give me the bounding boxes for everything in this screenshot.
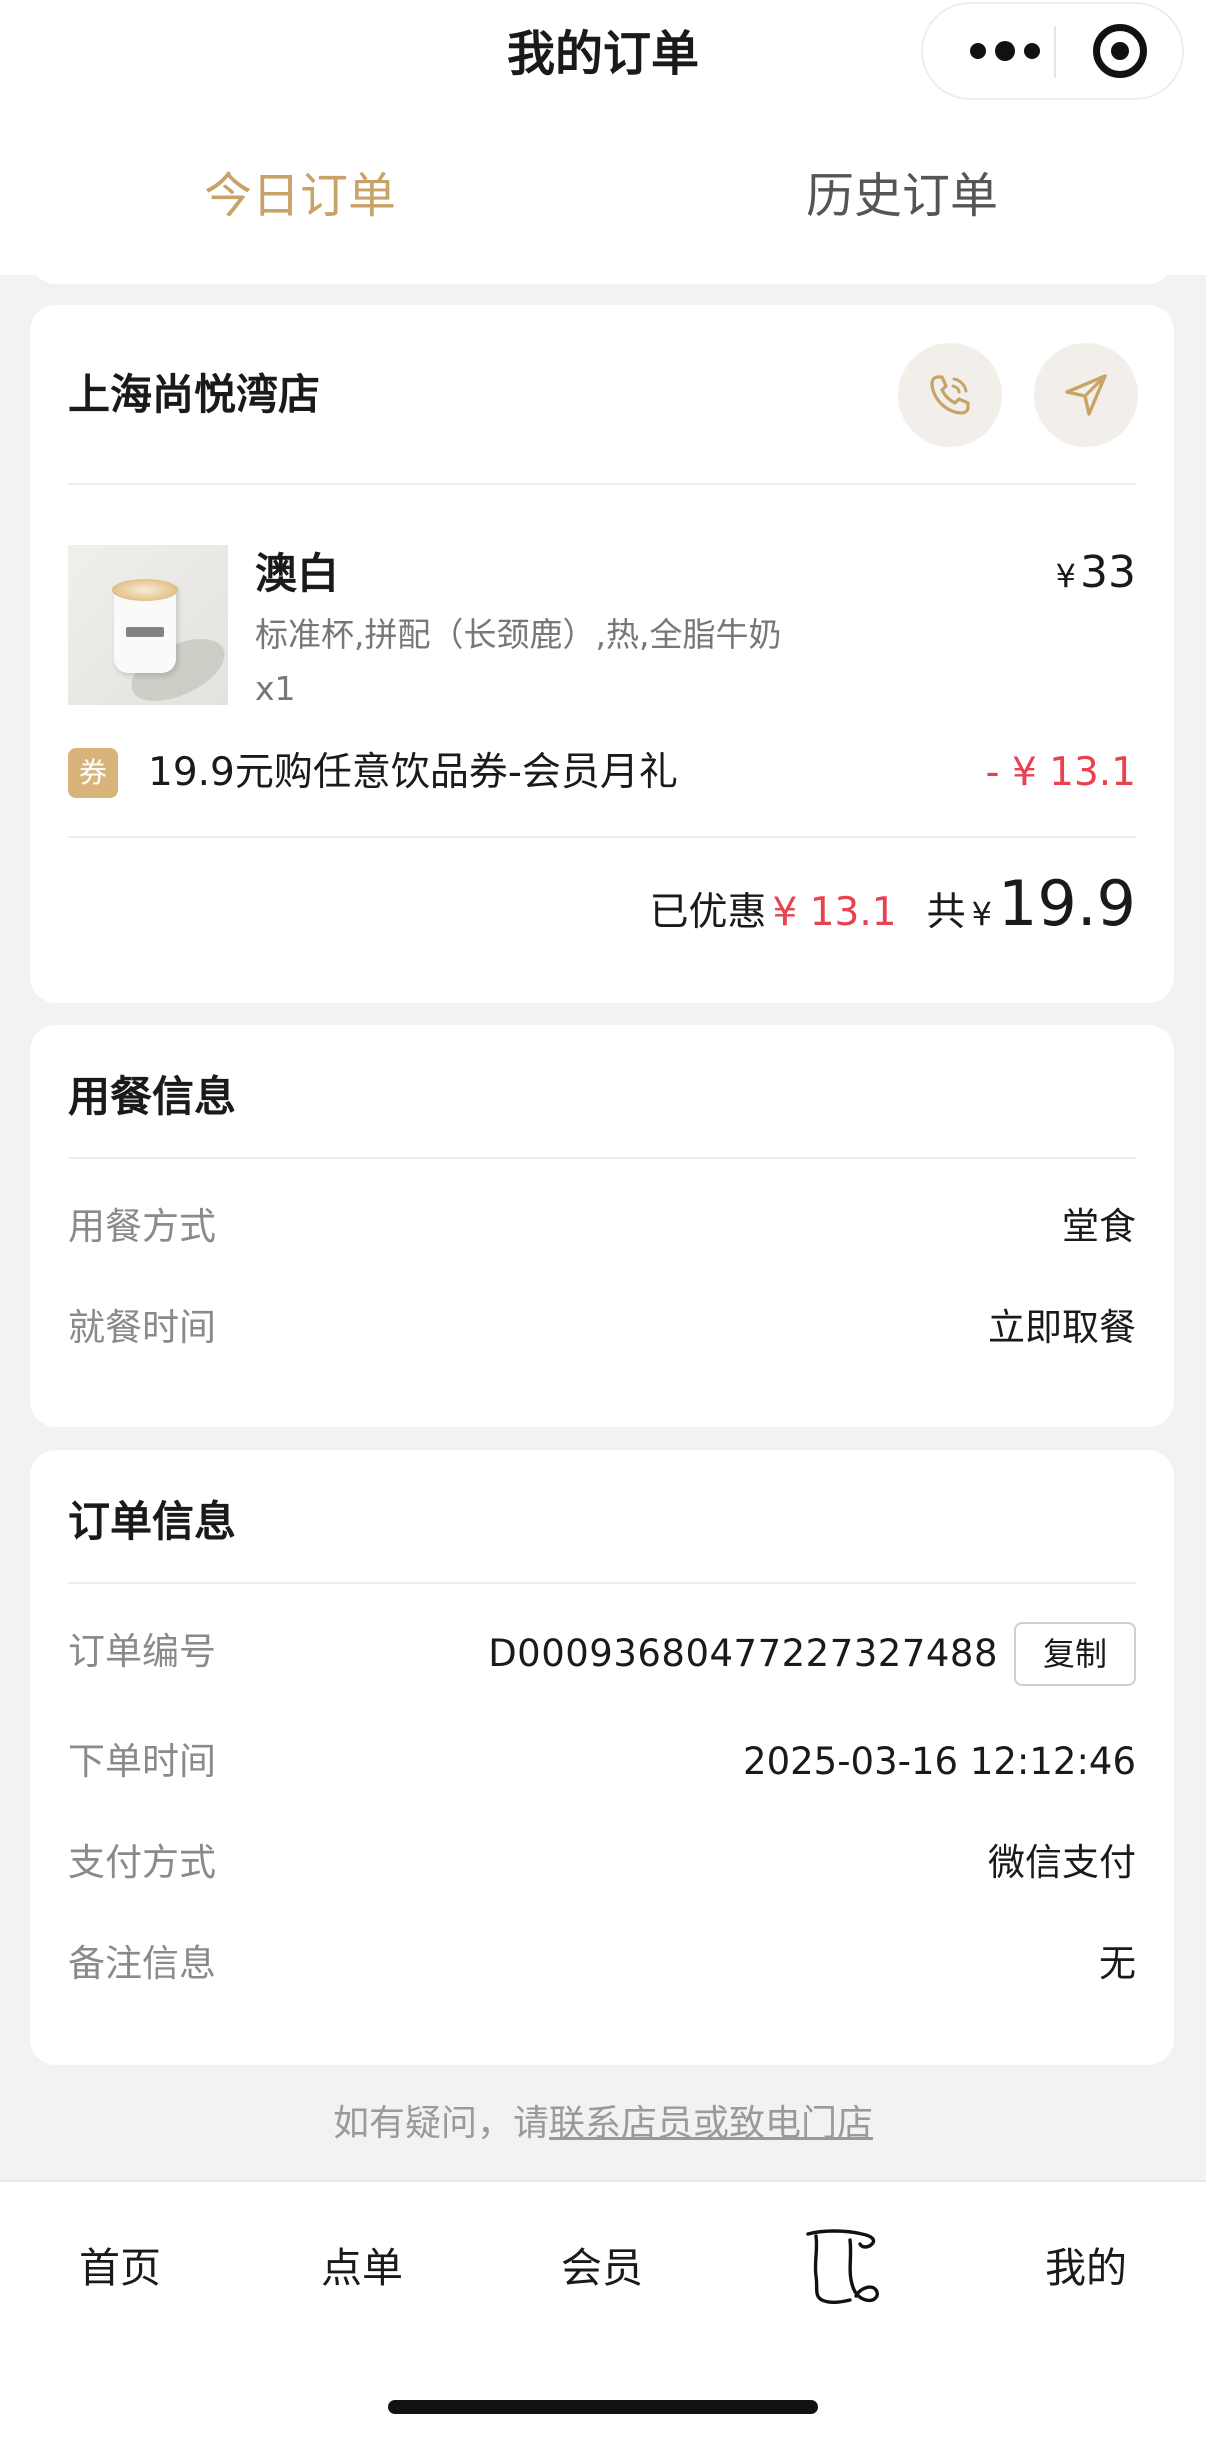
tabbar-order[interactable]: 点单 xyxy=(272,2238,452,2298)
more-dots-icon[interactable] xyxy=(957,4,1053,98)
item-price: ¥33 xyxy=(1056,541,1136,608)
tabbar-home[interactable]: 首页 xyxy=(30,2238,210,2298)
store-divider xyxy=(68,483,1136,485)
tabbar-member[interactable]: 会员 xyxy=(512,2238,692,2298)
call-store-button[interactable] xyxy=(898,343,1002,447)
store-name: 上海尚悦湾店 xyxy=(68,370,321,419)
order-number-label: 订单编号 xyxy=(68,1630,216,1673)
phone-icon xyxy=(930,375,970,415)
tab-history-orders[interactable]: 历史订单 xyxy=(752,160,1052,232)
product-image xyxy=(68,545,228,705)
coupon-badge: 券 xyxy=(68,748,118,798)
payment-method-label: 支付方式 xyxy=(68,1841,216,1884)
dining-time-value: 立即取餐 xyxy=(988,1306,1136,1349)
mini-program-capsule xyxy=(921,2,1184,100)
payment-method-value: 微信支付 xyxy=(988,1841,1136,1884)
dining-time-label: 就餐时间 xyxy=(68,1306,216,1349)
item-quantity: x1 xyxy=(255,669,296,708)
item-price-value: 33 xyxy=(1080,547,1136,598)
order-info-title: 订单信息 xyxy=(68,1497,237,1546)
navigate-arrow-icon xyxy=(1065,374,1107,416)
item-name: 澳白 xyxy=(255,549,340,598)
order-time-label: 下单时间 xyxy=(68,1740,216,1783)
capsule-divider xyxy=(1054,26,1056,78)
saved-amount: ¥ 13.1 xyxy=(772,890,897,935)
order-info-divider xyxy=(68,1582,1136,1584)
dining-mode-label: 用餐方式 xyxy=(68,1205,216,1248)
contact-store-link[interactable]: 联系店员或致电门店 xyxy=(549,2103,873,2144)
total-label: 共 xyxy=(926,890,966,935)
dining-divider xyxy=(68,1157,1136,1159)
top-bar: 我的订单 今日订单 历史订单 xyxy=(0,0,1206,275)
currency-symbol: ¥ xyxy=(1055,557,1076,595)
navigate-store-button[interactable] xyxy=(1034,343,1138,447)
total-amount: 19.9 xyxy=(997,867,1136,940)
help-prefix: 如有疑问，请 xyxy=(332,2103,549,2144)
home-indicator xyxy=(388,2400,818,2414)
saved-label: 已优惠 xyxy=(649,890,767,935)
total-currency: ¥ xyxy=(971,895,992,933)
order-card: 上海尚悦湾店 澳白 标准杯,拼配（长颈鹿）,热,全脂牛奶 x1 ¥33 券 19… xyxy=(30,305,1174,1003)
order-info-card: 订单信息 订单编号 D00093680477227327488 复制 下单时间 … xyxy=(30,1450,1174,2065)
help-text: 如有疑问，请联系店员或致电门店 xyxy=(0,2096,1206,2152)
item-spec: 标准杯,拼配（长颈鹿）,热,全脂牛奶 xyxy=(255,615,782,654)
tabbar-mine[interactable]: 我的 xyxy=(996,2238,1176,2298)
dining-info-card: 用餐信息 用餐方式 堂食 就餐时间 立即取餐 xyxy=(30,1025,1174,1427)
remarks-value: 无 xyxy=(1099,1942,1136,1985)
dining-info-title: 用餐信息 xyxy=(68,1072,237,1121)
order-time-value: 2025-03-16 12:12:46 xyxy=(743,1740,1136,1783)
dining-mode-value: 堂食 xyxy=(1062,1205,1136,1248)
order-totals: 已优惠 ¥ 13.1 共 ¥ 19.9 xyxy=(650,867,1136,947)
copy-order-number-button[interactable]: 复制 xyxy=(1014,1622,1136,1686)
order-scroll-icon[interactable] xyxy=(802,2226,886,2306)
coupon-discount: - ¥ 13.1 xyxy=(985,750,1136,795)
target-icon[interactable] xyxy=(1093,24,1147,78)
totals-divider xyxy=(68,836,1136,838)
tab-today-orders[interactable]: 今日订单 xyxy=(150,160,450,232)
coupon-name: 19.9元购任意饮品券-会员月礼 xyxy=(148,750,678,795)
order-page: 我的订单 今日订单 历史订单 上海尚悦湾店 澳白 标准杯,拼配（长颈鹿）,热,全… xyxy=(0,0,1206,2439)
remarks-label: 备注信息 xyxy=(68,1942,216,1985)
previous-card-edge xyxy=(30,256,1174,284)
order-number-value: D00093680477227327488 xyxy=(488,1632,998,1675)
